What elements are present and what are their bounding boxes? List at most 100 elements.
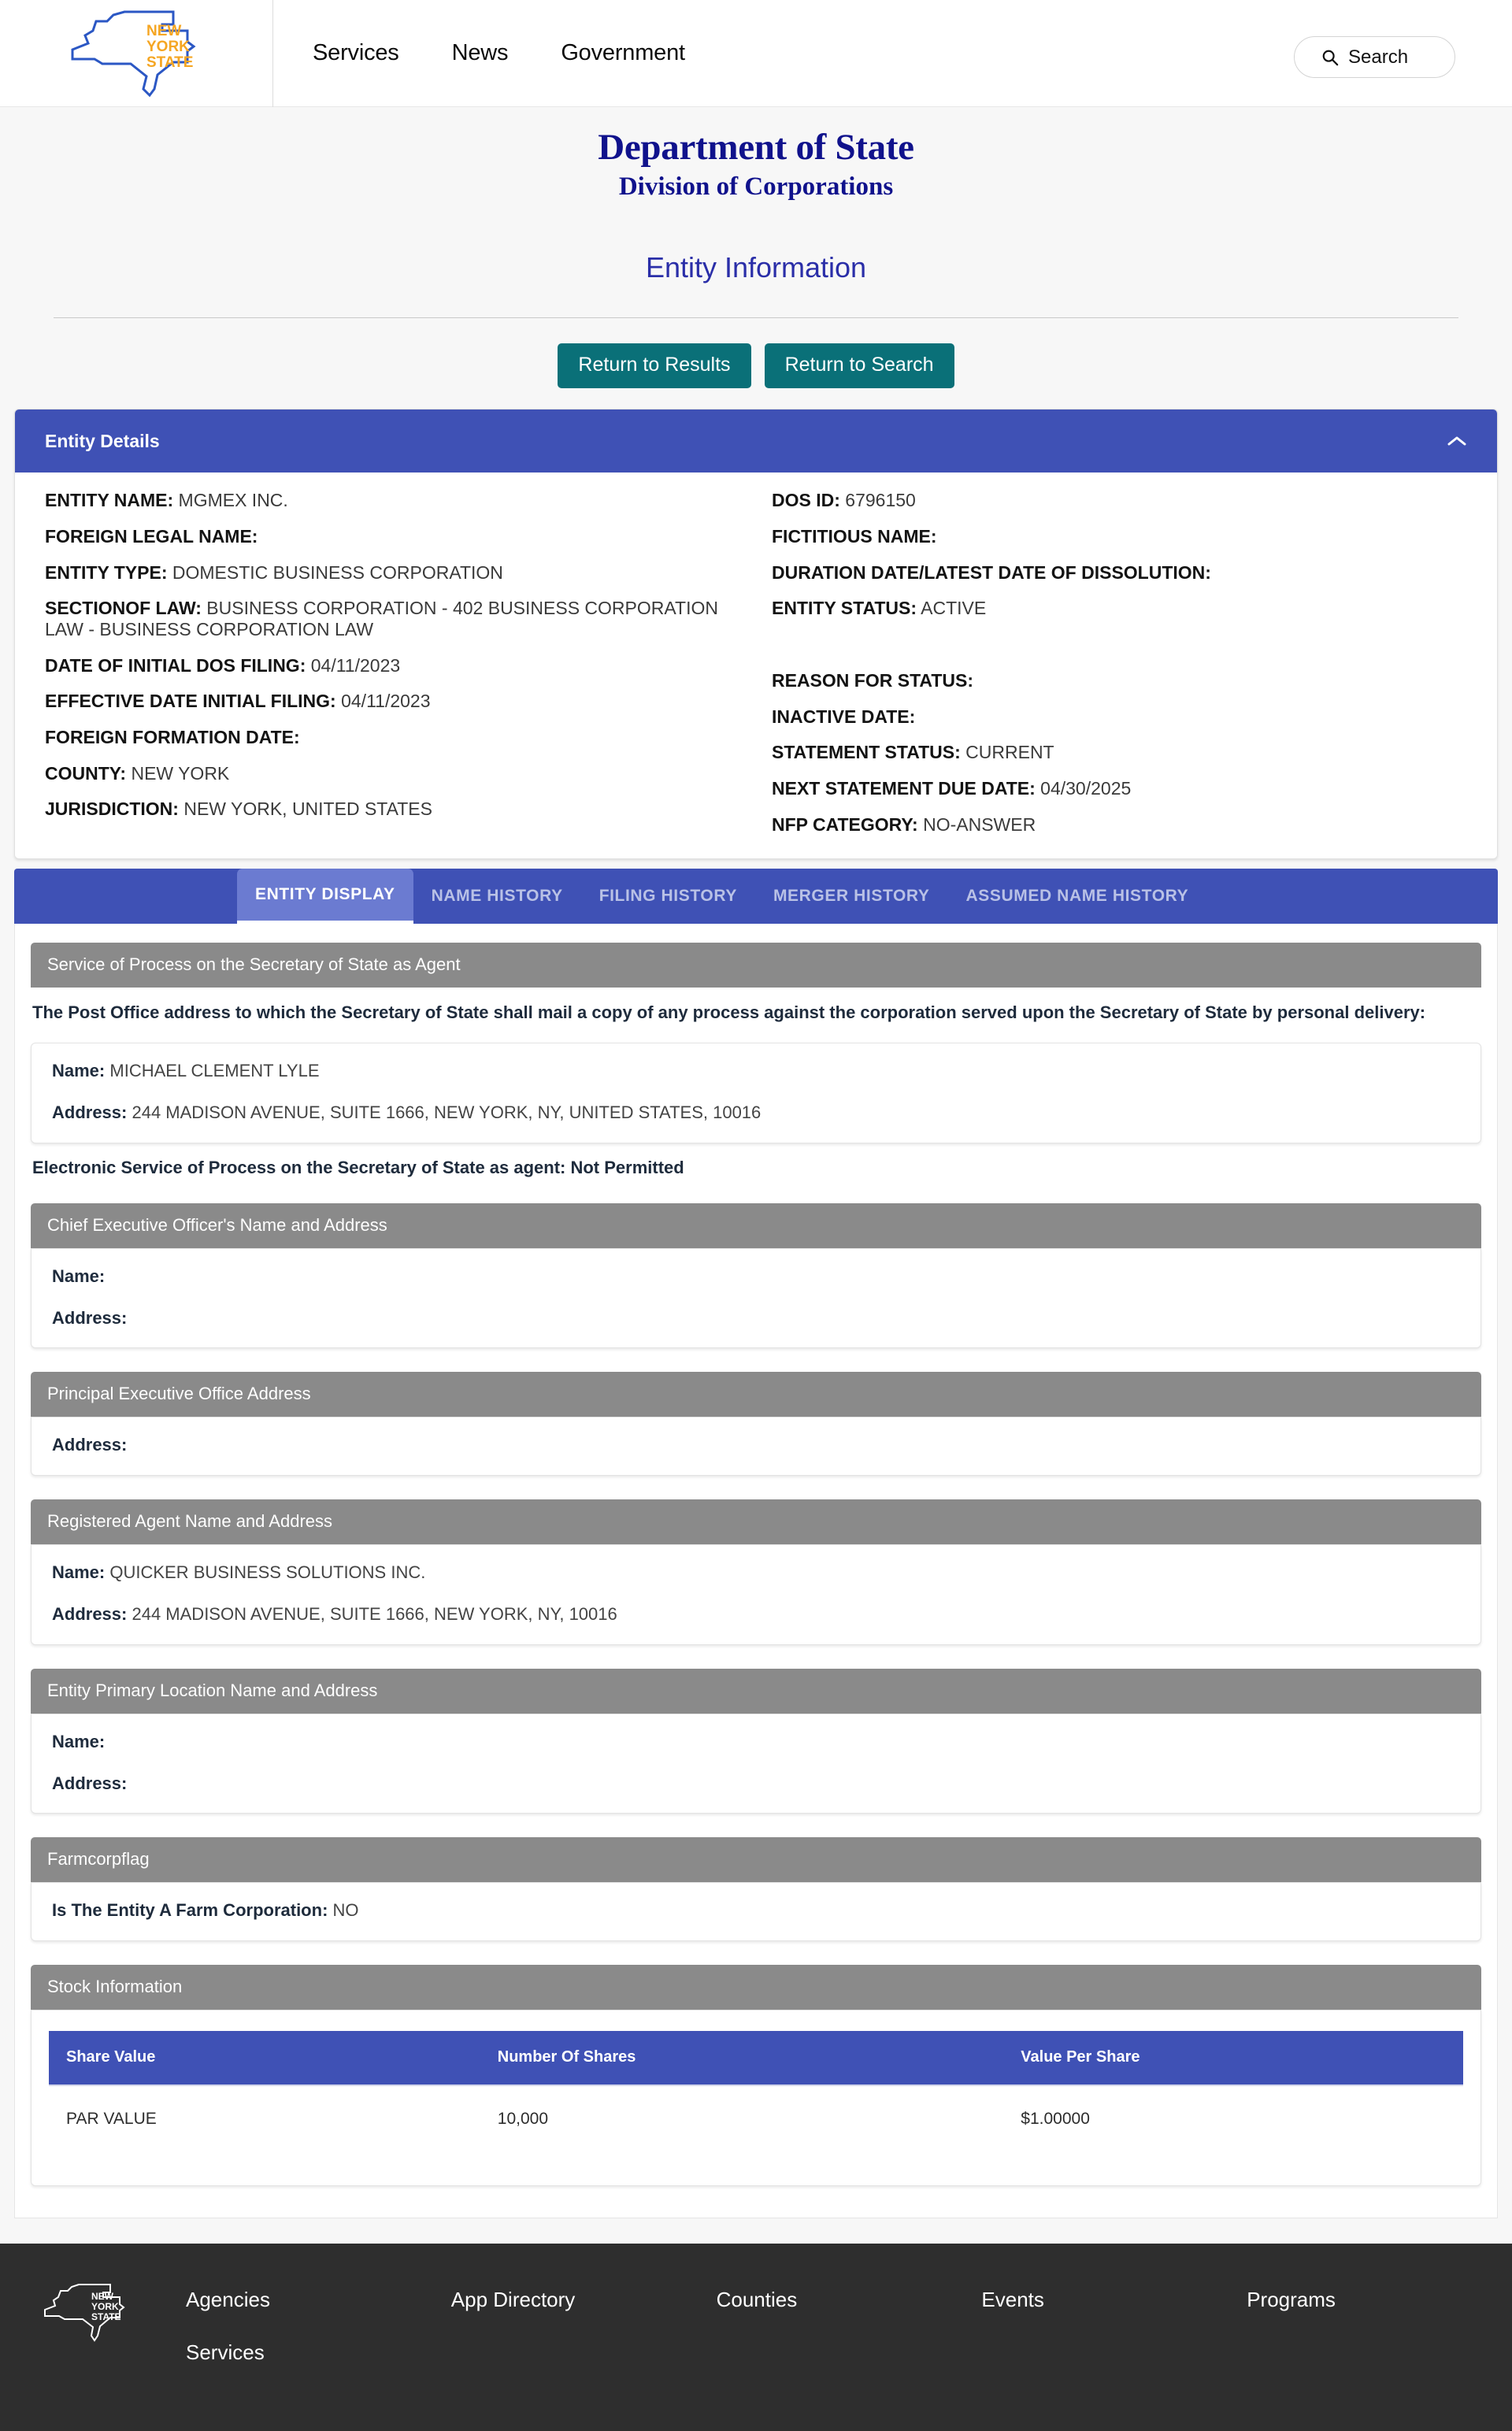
farmcorpflag-box: Is The Entity A Farm Corporation: NO <box>31 1882 1481 1941</box>
section-principal-executive-office: Principal Executive Office Address Addre… <box>31 1372 1481 1476</box>
search-icon <box>1322 50 1339 65</box>
registered-agent-address-row: Address: 244 MADISON AVENUE, SUITE 1666,… <box>52 1604 617 1625</box>
entity-details-body: ENTITY NAME: MGMEX INC. FOREIGN LEGAL NA… <box>15 472 1497 859</box>
top-navigation-bar: NEW YORK STATE Services News Government … <box>0 0 1512 107</box>
tab-bar: ENTITY DISPLAY NAME HISTORY FILING HISTO… <box>14 869 1498 925</box>
section-title-service-of-process: Service of Process on the Secretary of S… <box>31 943 1481 988</box>
cell-number-of-shares: 10,000 <box>497 2109 548 2128</box>
column-header-share-value: Share Value <box>49 2030 480 2086</box>
service-of-process-box: Name: MICHAEL CLEMENT LYLE Address: 244 … <box>31 1042 1481 1143</box>
nav-link-government[interactable]: Government <box>561 40 685 66</box>
field-dos-id: DOS ID: 6796150 <box>772 490 916 511</box>
cell-value-per-share: $1.00000 <box>1021 2109 1090 2128</box>
entity-details-card: Entity Details ENTITY NAME: MGMEX INC. F… <box>14 409 1498 860</box>
site-footer: NEW YORK STATE Agencies Services App Dir… <box>0 2243 1512 2431</box>
ceo-name-row: Name: <box>52 1266 106 1286</box>
column-header-value-per-share: Value Per Share <box>1003 2030 1463 2086</box>
footer-column-4: Events <box>981 2288 1247 2393</box>
svg-text:YORK: YORK <box>146 39 190 55</box>
section-title-stock-information: Stock Information <box>31 1964 1481 2010</box>
svg-text:NEW: NEW <box>146 23 181 39</box>
field-spacer <box>772 634 1467 655</box>
ceo-address-row: Address: <box>52 1308 128 1329</box>
field-foreign-formation-date: FOREIGN FORMATION DATE: <box>45 726 300 747</box>
field-reason-for-status: REASON FOR STATUS: <box>772 669 973 691</box>
action-button-row: Return to Results Return to Search <box>0 343 1512 409</box>
footer-logo: NEW YORK STATE <box>38 2281 132 2353</box>
field-entity-status: ENTITY STATUS: ACTIVE <box>772 598 987 619</box>
entity-details-header[interactable]: Entity Details <box>15 409 1497 473</box>
principal-office-address-row: Address: <box>52 1435 128 1455</box>
field-county: COUNTY: NEW YORK <box>45 762 230 784</box>
svg-text:STATE: STATE <box>91 2311 121 2322</box>
footer-column-3: Counties <box>717 2288 982 2393</box>
footer-column-1: Agencies Services <box>186 2288 451 2393</box>
tab-filing-history[interactable]: FILING HISTORY <box>581 869 755 924</box>
tab-assumed-name-history[interactable]: ASSUMED NAME HISTORY <box>948 869 1207 924</box>
primary-nav-links: Services News Government <box>313 40 685 66</box>
footer-column-2: App Directory <box>451 2288 717 2393</box>
field-statement-status: STATEMENT STATUS: CURRENT <box>772 742 1054 763</box>
field-jurisdiction: JURISDICTION: NEW YORK, UNITED STATES <box>45 799 432 820</box>
field-section-of-law: SECTIONOF LAW: BUSINESS CORPORATION - 40… <box>45 598 718 639</box>
ny-state-logo-cell[interactable]: NEW YORK STATE <box>0 0 273 107</box>
section-registered-agent: Registered Agent Name and Address Name: … <box>31 1499 1481 1645</box>
nav-link-services[interactable]: Services <box>313 40 399 66</box>
cell-share-value: PAR VALUE <box>66 2109 157 2128</box>
stock-table: Share Value Number Of Shares Value Per S… <box>49 2030 1463 2138</box>
svg-text:NEW: NEW <box>91 2291 114 2302</box>
entity-details-left-column: ENTITY NAME: MGMEX INC. FOREIGN LEGAL NA… <box>45 490 756 835</box>
footer-link-events[interactable]: Events <box>981 2288 1247 2312</box>
field-nfp-category: NFP CATEGORY: NO-ANSWER <box>772 813 1036 835</box>
section-chief-executive-officer: Chief Executive Officer's Name and Addre… <box>31 1203 1481 1349</box>
principal-office-box: Address: <box>31 1417 1481 1476</box>
section-title-registered-agent: Registered Agent Name and Address <box>31 1499 1481 1544</box>
primary-location-address-row: Address: <box>52 1773 128 1794</box>
sop-name-row: Name: MICHAEL CLEMENT LYLE <box>52 1060 320 1080</box>
section-title-farmcorpflag: Farmcorpflag <box>31 1837 1481 1883</box>
footer-link-programs[interactable]: Programs <box>1247 2288 1512 2312</box>
footer-link-counties[interactable]: Counties <box>717 2288 982 2312</box>
page-title: Entity Information <box>645 251 867 284</box>
electronic-service-of-process: Electronic Service of Process on the Sec… <box>32 1157 684 1177</box>
table-row: PAR VALUE 10,000 $1.00000 <box>49 2085 1463 2138</box>
tab-name-history[interactable]: NAME HISTORY <box>413 869 581 924</box>
new-york-state-logo: NEW YORK STATE <box>71 10 196 97</box>
section-service-of-process: Service of Process on the Secretary of S… <box>31 943 1481 1179</box>
section-entity-primary-location: Entity Primary Location Name and Address… <box>31 1668 1481 1814</box>
field-next-statement-due-date: NEXT STATEMENT DUE DATE: 04/30/2025 <box>772 777 1132 799</box>
new-york-state-footer-logo: NEW YORK STATE <box>44 2283 125 2342</box>
header-divider <box>54 317 1458 319</box>
field-entity-name: ENTITY NAME: MGMEX INC. <box>45 490 288 511</box>
field-fictitious-name: FICTITIOUS NAME: <box>772 525 937 547</box>
page-header: Department of State Division of Corporat… <box>0 107 1512 409</box>
stock-table-header-row: Share Value Number Of Shares Value Per S… <box>49 2030 1463 2086</box>
footer-link-services[interactable]: Services <box>186 2340 451 2365</box>
section-farmcorpflag: Farmcorpflag Is The Entity A Farm Corpor… <box>31 1837 1481 1941</box>
entity-display-panel: Service of Process on the Secretary of S… <box>14 924 1498 2218</box>
section-title-ceo: Chief Executive Officer's Name and Addre… <box>31 1203 1481 1248</box>
footer-link-app-directory[interactable]: App Directory <box>451 2288 717 2312</box>
svg-text:STATE: STATE <box>146 54 193 71</box>
section-title-principal-executive-office: Principal Executive Office Address <box>31 1372 1481 1417</box>
section-title-entity-primary-location: Entity Primary Location Name and Address <box>31 1668 1481 1714</box>
column-header-number-of-shares: Number Of Shares <box>480 2030 1004 2086</box>
field-entity-type: ENTITY TYPE: DOMESTIC BUSINESS CORPORATI… <box>45 561 503 583</box>
search-button[interactable]: Search <box>1294 36 1455 78</box>
primary-location-name-row: Name: <box>52 1731 106 1751</box>
tab-merger-history[interactable]: MERGER HISTORY <box>755 869 948 924</box>
return-to-results-button[interactable]: Return to Results <box>558 343 751 389</box>
footer-column-5: Programs <box>1247 2288 1512 2393</box>
footer-links: Agencies Services App Directory Counties… <box>186 2288 1512 2393</box>
entity-details-right-column: DOS ID: 6796150 FICTITIOUS NAME: DURATIO… <box>756 490 1467 835</box>
stock-table-body: PAR VALUE 10,000 $1.00000 <box>49 2085 1463 2138</box>
return-to-search-button[interactable]: Return to Search <box>764 343 954 389</box>
entity-details-title: Entity Details <box>45 430 160 451</box>
primary-location-box: Name: Address: <box>31 1713 1481 1814</box>
footer-link-agencies[interactable]: Agencies <box>186 2288 451 2312</box>
nav-link-news[interactable]: News <box>452 40 509 66</box>
tab-entity-display[interactable]: ENTITY DISPLAY <box>237 869 413 925</box>
field-inactive-date: INACTIVE DATE: <box>772 706 916 727</box>
field-effective-date-initial-filing: EFFECTIVE DATE INITIAL FILING: 04/11/202… <box>45 691 431 712</box>
chevron-up-icon[interactable] <box>1445 434 1469 448</box>
